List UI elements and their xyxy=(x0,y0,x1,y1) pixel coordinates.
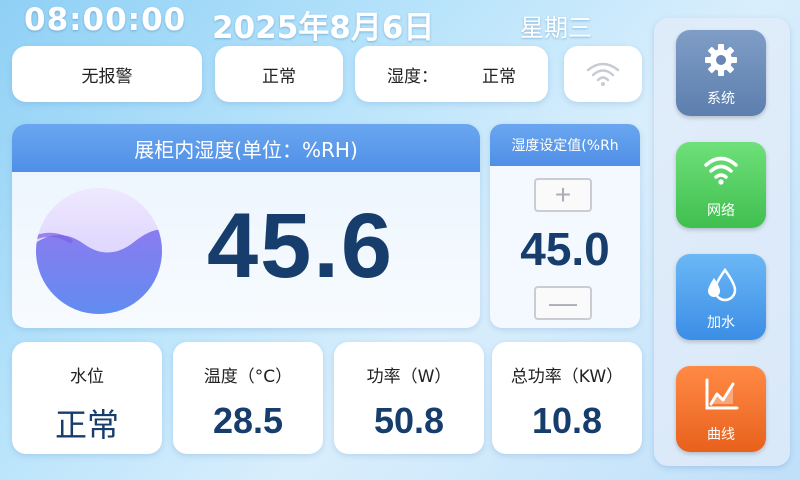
nav-add-water-label: 加水 xyxy=(707,315,735,331)
current-date: 2025年8月6日 xyxy=(212,10,435,46)
system-status-text: 正常 xyxy=(262,66,296,87)
nav-system-button[interactable]: 系统 xyxy=(676,30,766,116)
total-power-label: 总功率（KW） xyxy=(510,367,624,387)
gear-icon xyxy=(705,44,737,76)
alarm-status-text: 无报警 xyxy=(81,66,133,87)
power-label: 功率（W） xyxy=(366,367,452,387)
nav-system-label: 系统 xyxy=(707,91,735,107)
system-status: 正常 xyxy=(215,46,343,102)
humidity-status: 湿度： 正常 xyxy=(355,46,548,102)
nav-curve-label: 曲线 xyxy=(707,427,735,443)
weekday: 星期三 xyxy=(520,14,592,42)
nav-add-water-button[interactable]: 加水 xyxy=(676,254,766,340)
total-power-value: 10.8 xyxy=(531,400,603,441)
water-level-label: 水位 xyxy=(70,367,104,387)
decrease-setpoint-button[interactable]: — xyxy=(534,286,592,320)
clock-time: 08:00:00 xyxy=(24,2,187,38)
wifi-icon xyxy=(704,156,738,185)
humidity-value: 45.6 xyxy=(207,195,395,297)
wifi-icon xyxy=(586,62,620,86)
temperature-value: 28.5 xyxy=(212,400,284,441)
water-ball-icon xyxy=(36,188,162,314)
water-level-card: 水位 正常 xyxy=(12,342,162,454)
nav-network-label: 网络 xyxy=(707,203,735,219)
setpoint-value: 45.0 xyxy=(520,223,610,275)
temperature-card: 温度（°C） 28.5 xyxy=(173,342,323,454)
nav-panel: 系统 网络 加水 曲线 xyxy=(654,18,790,466)
power-card: 功率（W） 50.8 xyxy=(334,342,484,454)
water-level-value: 正常 xyxy=(54,406,119,444)
wifi-status xyxy=(564,46,642,102)
humidity-panel-title: 展柜内湿度(单位：%RH) xyxy=(12,124,480,172)
alarm-status: 无报警 xyxy=(12,46,202,102)
nav-network-button[interactable]: 网络 xyxy=(676,142,766,228)
chart-icon xyxy=(705,378,739,410)
increase-setpoint-button[interactable]: + xyxy=(534,178,592,212)
total-power-card: 总功率（KW） 10.8 xyxy=(492,342,642,454)
temperature-label: 温度（°C） xyxy=(203,367,293,387)
humidity-status-value: 正常 xyxy=(482,66,516,87)
power-value: 50.8 xyxy=(373,400,445,441)
water-drop-icon xyxy=(708,267,737,302)
setpoint-title: 湿度设定值(%Rh xyxy=(490,124,640,166)
humidity-panel: 展柜内湿度(单位：%RH) 45.6 xyxy=(12,124,480,328)
humidity-status-label: 湿度： xyxy=(387,66,438,87)
setpoint-panel: 湿度设定值(%Rh + 45.0 — xyxy=(490,124,640,328)
nav-curve-button[interactable]: 曲线 xyxy=(676,366,766,452)
